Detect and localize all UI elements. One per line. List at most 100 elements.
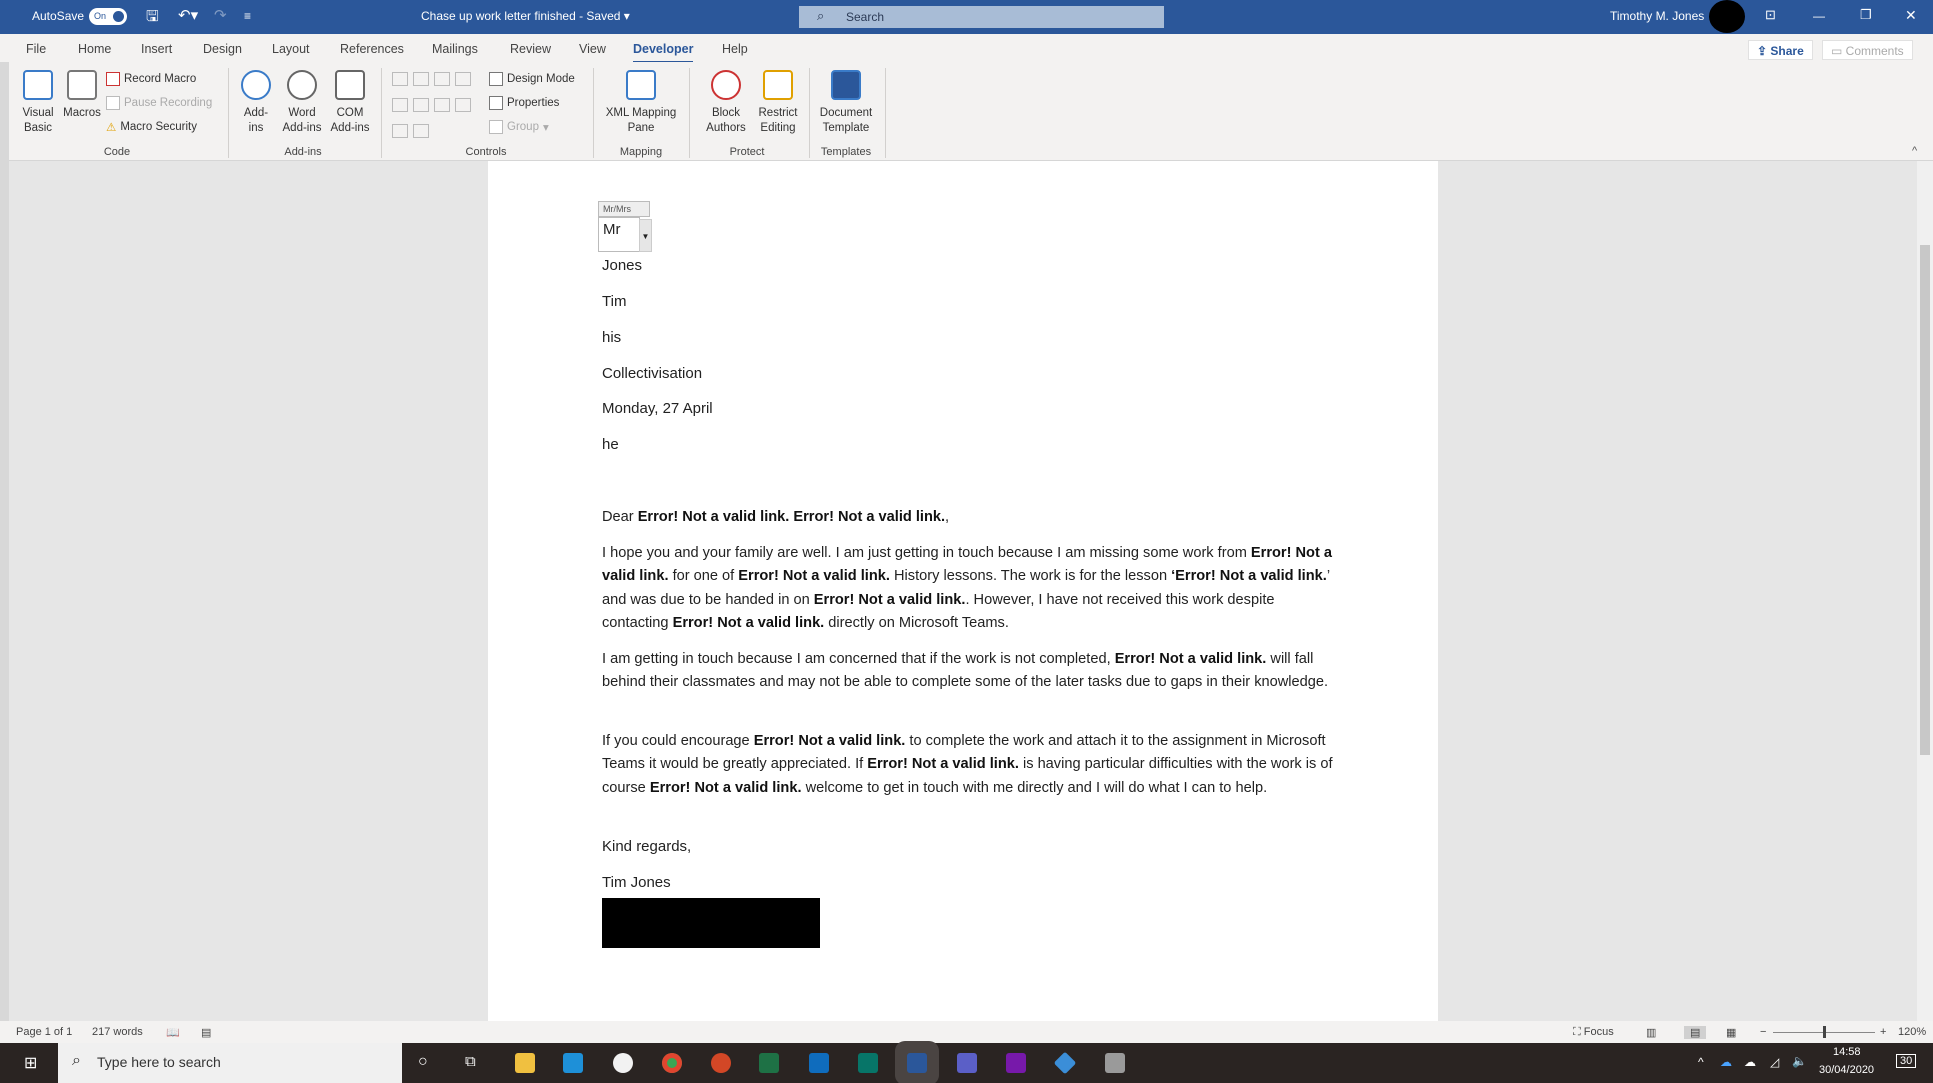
cloud-icon[interactable]: ☁ [1744,1055,1756,1069]
record-macro-button[interactable]: Record Macro [106,72,196,86]
title-content-control[interactable]: Mr/Mrs Mr ▼ [598,201,652,252]
share-button[interactable]: ⇪ Share [1748,40,1813,60]
taskbar-search[interactable]: ⌕ Type here to search [58,1043,402,1083]
minimize-icon[interactable]: — [1813,9,1825,23]
onedrive-icon[interactable]: ☁ [1720,1055,1732,1069]
tab-design[interactable]: Design [203,42,242,56]
zoom-level[interactable]: 120% [1898,1026,1926,1038]
comments-button[interactable]: ▭ Comments [1822,40,1913,60]
date-picker-control-icon[interactable] [455,98,471,112]
network-icon[interactable]: ◿ [1770,1055,1779,1069]
avatar[interactable] [1709,0,1745,33]
onenote-icon[interactable] [1006,1053,1026,1073]
combo-box-control-icon[interactable] [413,98,429,112]
com-add-ins-button[interactable]: COM Add-ins [328,70,372,136]
dropdown-arrow-icon[interactable]: ▼ [639,219,652,252]
macros-button[interactable]: Macros [62,70,102,121]
save-icon[interactable]: 🖫 [146,6,159,31]
customize-toolbar-icon[interactable]: ≡ [244,9,251,23]
tab-review[interactable]: Review [510,42,551,56]
scrollbar-thumb[interactable] [1920,245,1930,755]
pause-recording-button[interactable]: Pause Recording [106,96,212,110]
excel-icon[interactable] [759,1053,779,1073]
print-layout-icon[interactable]: ▤ [1684,1026,1707,1039]
read-mode-icon[interactable]: ▥ [1646,1026,1656,1039]
visual-basic-button[interactable]: Visual Basic [20,70,56,136]
mail-icon[interactable] [563,1053,583,1073]
properties-button[interactable]: Properties [489,96,559,110]
task-view-icon[interactable]: ⧉ [465,1053,476,1070]
publisher-icon[interactable] [858,1053,878,1073]
undo-icon[interactable]: ↶▾ [178,6,198,24]
macro-recording-icon[interactable]: ▤ [201,1026,211,1039]
show-hidden-icons-icon[interactable]: ^ [1698,1055,1704,1069]
tab-insert[interactable]: Insert [141,42,172,56]
close-icon[interactable]: ✕ [1905,7,1917,24]
tab-developer[interactable]: Developer [633,42,694,64]
powerpoint-icon[interactable] [711,1053,731,1073]
macro-security-button[interactable]: ⚠ Macro Security [106,120,197,134]
word-add-ins-label: Word Add-ins [282,107,322,134]
xml-mapping-pane-button[interactable]: XML Mapping Pane [600,70,682,136]
outlook-icon[interactable] [809,1053,829,1073]
user-name[interactable]: Timothy M. Jones [1610,9,1704,23]
plain-text-control-icon[interactable] [413,72,429,86]
ribbon-display-options-icon[interactable]: ⊡ [1765,7,1776,23]
file-explorer-icon[interactable] [515,1053,535,1073]
redo-icon[interactable]: ↷ [214,6,227,24]
com-add-ins-label: COM Add-ins [330,107,370,134]
block-authors-button[interactable]: Block Authors [700,70,752,136]
zoom-in-button[interactable]: + [1880,1026,1886,1038]
repeating-section-control-icon[interactable] [392,124,408,138]
app-diamond-icon[interactable] [1053,1051,1077,1075]
windows-start-icon[interactable]: ⊞ [24,1053,37,1073]
separator [228,68,229,158]
tab-help[interactable]: Help [722,42,748,56]
word-add-ins-button[interactable]: Word Add-ins [280,70,324,136]
building-block-control-icon[interactable] [455,72,471,86]
group-button[interactable]: Group ▾ [489,120,549,134]
notifications-icon[interactable]: 30 [1896,1054,1917,1068]
autosave-toggle[interactable]: On [89,8,127,25]
tab-file[interactable]: File [26,42,46,56]
tab-mailings[interactable]: Mailings [432,42,478,56]
teams-icon[interactable] [957,1053,977,1073]
itunes-icon[interactable] [613,1053,633,1073]
document-page[interactable]: Mr/Mrs Mr ▼ Jones Tim his Collectivisati… [488,161,1438,1023]
word-count[interactable]: 217 words [92,1026,143,1038]
focus-button[interactable]: ⛶ Focus [1573,1026,1614,1039]
zoom-slider-thumb[interactable] [1823,1026,1826,1038]
tab-home[interactable]: Home [78,42,111,56]
restrict-editing-button[interactable]: Restrict Editing [755,70,801,136]
rich-text-control-icon[interactable] [392,72,408,86]
legacy-tools-icon[interactable] [413,124,429,138]
word-icon[interactable] [907,1053,927,1073]
app-icon[interactable] [1105,1053,1125,1073]
clock-time[interactable]: 14:58 [1833,1046,1861,1058]
clock-date[interactable]: 30/04/2020 [1819,1064,1874,1076]
content-controls-gallery[interactable] [392,72,477,142]
chrome-icon[interactable] [662,1053,682,1073]
restore-icon[interactable]: ❐ [1860,7,1872,23]
add-ins-button[interactable]: Add-ins [240,70,272,136]
tab-view[interactable]: View [579,42,606,56]
design-mode-button[interactable]: Design Mode [489,72,575,86]
page-count[interactable]: Page 1 of 1 [16,1026,72,1038]
collapse-ribbon-icon[interactable]: ^ [1912,145,1917,157]
tab-references[interactable]: References [340,42,404,56]
text-run: for one of [668,568,739,585]
search-box[interactable]: ⌕ Search [799,6,1164,28]
volume-icon[interactable]: 🔈 [1792,1054,1807,1068]
document-title[interactable]: Chase up work letter finished - Saved ▾ [421,9,630,23]
cortana-icon[interactable]: ○ [418,1053,428,1071]
web-layout-icon[interactable]: ▦ [1726,1026,1736,1039]
document-template-button[interactable]: Document Template [815,70,877,136]
picture-control-icon[interactable] [434,72,450,86]
checkbox-control-icon[interactable] [392,98,408,112]
content-control-tag[interactable]: Mr/Mrs [598,201,650,217]
content-control-value[interactable]: Mr [598,217,640,252]
proofing-icon[interactable]: 📖 [166,1026,180,1039]
zoom-out-button[interactable]: − [1760,1026,1766,1038]
dropdown-control-icon[interactable] [434,98,450,112]
tab-layout[interactable]: Layout [272,42,310,56]
